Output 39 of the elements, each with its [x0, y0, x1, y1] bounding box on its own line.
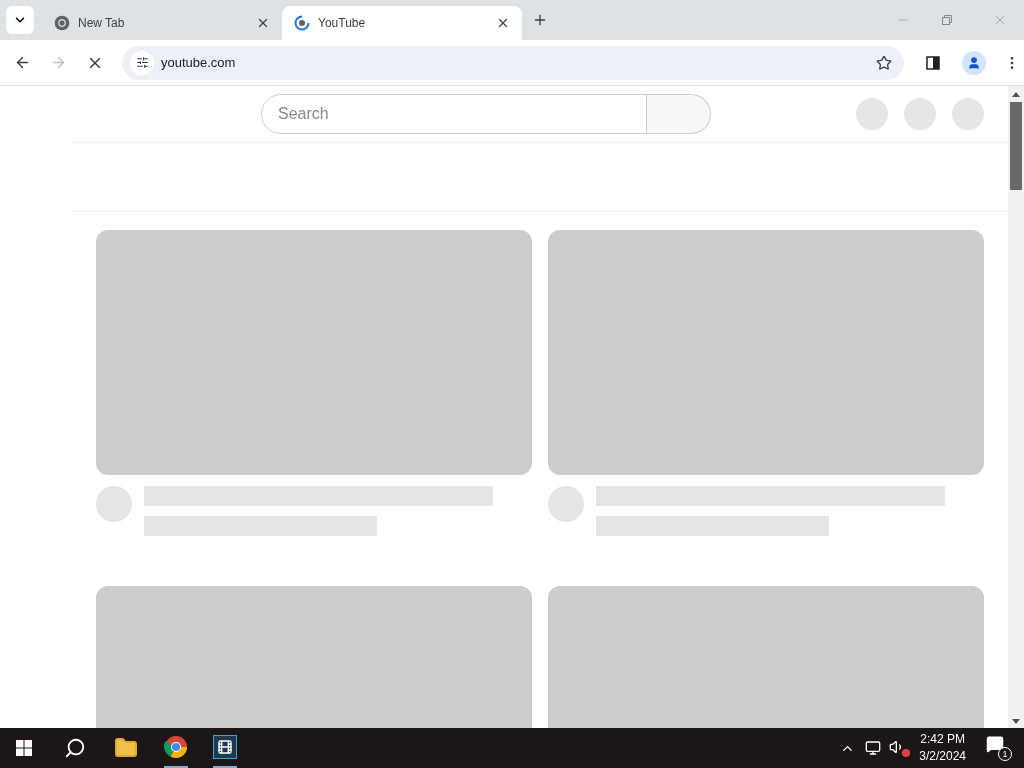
tab-title: New Tab — [78, 15, 126, 32]
scrollbar-thumb[interactable] — [1010, 102, 1022, 190]
new-tab-icon[interactable] — [532, 12, 548, 28]
person-icon — [967, 55, 981, 70]
bookmark-star-icon[interactable] — [876, 54, 892, 71]
profile-avatar[interactable] — [962, 50, 986, 75]
scrollbar[interactable] — [1008, 86, 1024, 728]
video-app-icon[interactable] — [213, 735, 237, 759]
file-explorer-icon[interactable] — [114, 736, 138, 760]
browser-tab[interactable]: New Tab — [42, 6, 282, 40]
scroll-up-icon[interactable] — [1012, 92, 1020, 97]
loading-spinner-icon — [294, 15, 310, 31]
scroll-down-icon[interactable] — [1012, 719, 1020, 724]
clock-time: 2:42 PM — [920, 731, 965, 748]
chrome-icon — [54, 15, 70, 31]
chrome-icon — [164, 735, 188, 759]
avatar-placeholder — [856, 98, 888, 130]
avatar-placeholder — [96, 486, 132, 522]
windows-start-icon[interactable] — [16, 740, 32, 756]
search-icon[interactable] — [64, 737, 86, 759]
network-icon[interactable] — [865, 740, 882, 756]
avatar-placeholder — [548, 486, 584, 522]
volume-icon[interactable] — [889, 739, 908, 757]
tab-title: YouTube — [318, 15, 367, 32]
site-settings-icon[interactable] — [135, 56, 149, 69]
browser-tab[interactable]: YouTube — [282, 6, 522, 40]
url-text: youtube.com — [161, 53, 237, 72]
notification-count: 1 — [998, 747, 1012, 761]
side-panel-icon[interactable] — [926, 55, 940, 70]
avatar-placeholder — [904, 98, 936, 130]
avatar-placeholder — [952, 98, 984, 130]
search-field[interactable]: Search — [261, 94, 647, 134]
clock[interactable]: 2:42 PM 3/2/2024 — [919, 731, 966, 765]
close-tab-icon[interactable] — [256, 16, 270, 30]
address-bar[interactable]: youtube.com — [122, 45, 904, 80]
clock-date: 3/2/2024 — [919, 748, 966, 765]
back-icon[interactable] — [14, 54, 31, 71]
close-tab-icon[interactable] — [496, 16, 510, 30]
restore-icon[interactable] — [942, 15, 952, 25]
